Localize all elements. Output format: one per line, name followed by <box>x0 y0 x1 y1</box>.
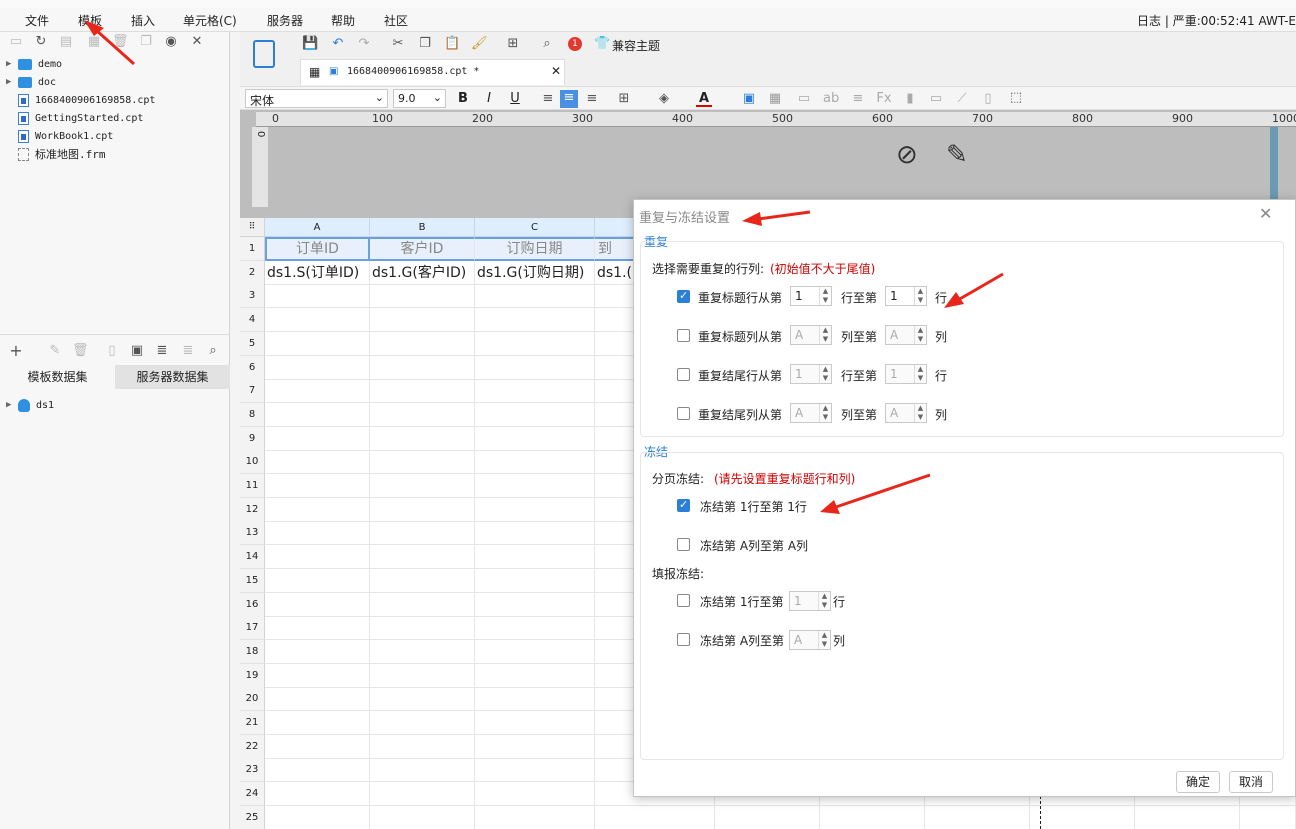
arrowhead <box>820 500 840 514</box>
annotation-arrows <box>84 20 1004 514</box>
arrowhead <box>944 292 964 308</box>
arrow-to-dialog-title <box>757 210 811 221</box>
arrow-to-freeze-row <box>835 473 931 509</box>
arrow-to-template-menu <box>94 28 136 66</box>
arrowhead <box>742 212 762 226</box>
arrow-to-repeat-row <box>957 272 1004 302</box>
